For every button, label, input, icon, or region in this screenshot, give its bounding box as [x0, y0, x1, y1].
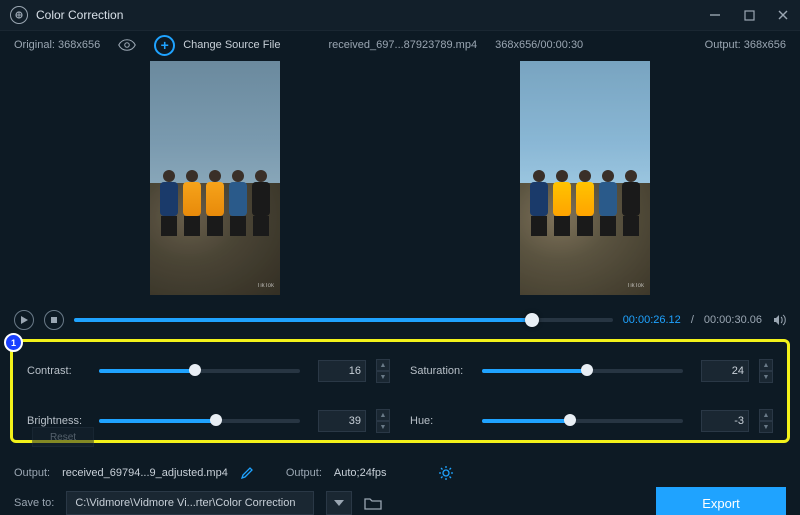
- edit-output-name-icon[interactable]: [240, 466, 254, 480]
- output-settings-icon[interactable]: [438, 465, 454, 481]
- preview-row: TikTok TikTok: [0, 59, 800, 303]
- save-path-dropdown[interactable]: [326, 491, 352, 515]
- hue-row: Hue: -3 ▲▼: [410, 402, 773, 440]
- footer: Output: received_69794...9_adjusted.mp4 …: [0, 457, 800, 515]
- topbar: Original: 368x656 + Change Source File r…: [0, 31, 800, 59]
- compare-eye-icon[interactable]: [118, 39, 136, 51]
- output-file-value: received_69794...9_adjusted.mp4: [62, 467, 228, 479]
- maximize-button[interactable]: [742, 8, 756, 22]
- contrast-value[interactable]: 16: [318, 360, 366, 382]
- source-dims-duration: 368x656/00:00:30: [495, 39, 583, 51]
- saturation-step-up[interactable]: ▲: [759, 359, 773, 371]
- preview-original: TikTok: [150, 61, 280, 295]
- save-path-field[interactable]: C:\Vidmore\Vidmore Vi...rter\Color Corre…: [66, 491, 314, 515]
- brightness-label: Brightness:: [27, 415, 91, 427]
- saturation-slider[interactable]: [482, 369, 683, 373]
- color-correction-panel: Contrast: 16 ▲▼ Saturation: 24 ▲▼ Bright…: [10, 339, 790, 443]
- contrast-label: Contrast:: [27, 365, 91, 377]
- change-source-button[interactable]: Change Source File: [183, 39, 280, 51]
- reset-button[interactable]: Reset: [32, 427, 94, 447]
- output-dims-label: Output: 368x656: [705, 39, 786, 51]
- hue-label: Hue:: [410, 415, 474, 427]
- contrast-step-up[interactable]: ▲: [376, 359, 390, 371]
- saturation-value[interactable]: 24: [701, 360, 749, 382]
- output-format-value: Auto;24fps: [334, 467, 387, 479]
- window-title: Color Correction: [36, 8, 123, 22]
- playback-bar: 00:00:26.12 / 00:00:30.06: [0, 303, 800, 337]
- save-to-label: Save to:: [14, 497, 54, 509]
- time-separator: /: [691, 314, 694, 326]
- contrast-slider[interactable]: [99, 369, 300, 373]
- brightness-step-down[interactable]: ▼: [376, 421, 390, 433]
- time-duration: 00:00:30.06: [704, 314, 762, 326]
- hue-slider[interactable]: [482, 419, 683, 423]
- export-button[interactable]: Export: [656, 487, 786, 515]
- minimize-button[interactable]: [708, 8, 722, 22]
- saturation-label: Saturation:: [410, 365, 474, 377]
- brightness-slider[interactable]: [99, 419, 300, 423]
- hue-step-up[interactable]: ▲: [759, 409, 773, 421]
- app-logo-icon: [10, 6, 28, 24]
- time-current: 00:00:26.12: [623, 314, 681, 326]
- brightness-value[interactable]: 39: [318, 410, 366, 432]
- window-controls: [708, 8, 790, 22]
- original-dims-label: Original: 368x656: [14, 39, 100, 51]
- source-filename: received_697...87923789.mp4: [328, 39, 477, 51]
- brightness-step-up[interactable]: ▲: [376, 409, 390, 421]
- volume-icon[interactable]: [772, 313, 786, 327]
- contrast-step-down[interactable]: ▼: [376, 371, 390, 383]
- hue-value[interactable]: -3: [701, 410, 749, 432]
- play-button[interactable]: [14, 310, 34, 330]
- titlebar: Color Correction: [0, 0, 800, 31]
- contrast-row: Contrast: 16 ▲▼: [27, 352, 390, 390]
- saturation-step-down[interactable]: ▼: [759, 371, 773, 383]
- saturation-row: Saturation: 24 ▲▼: [410, 352, 773, 390]
- add-source-icon[interactable]: +: [154, 35, 175, 56]
- preview-output: TikTok: [520, 61, 650, 295]
- open-folder-icon[interactable]: [364, 496, 382, 510]
- output-format-label: Output:: [286, 467, 322, 479]
- close-button[interactable]: [776, 8, 790, 22]
- output-file-label: Output:: [14, 467, 50, 479]
- timeline-slider[interactable]: [74, 318, 613, 322]
- stop-button[interactable]: [44, 310, 64, 330]
- callout-marker-1: 1: [4, 333, 23, 352]
- hue-step-down[interactable]: ▼: [759, 421, 773, 433]
